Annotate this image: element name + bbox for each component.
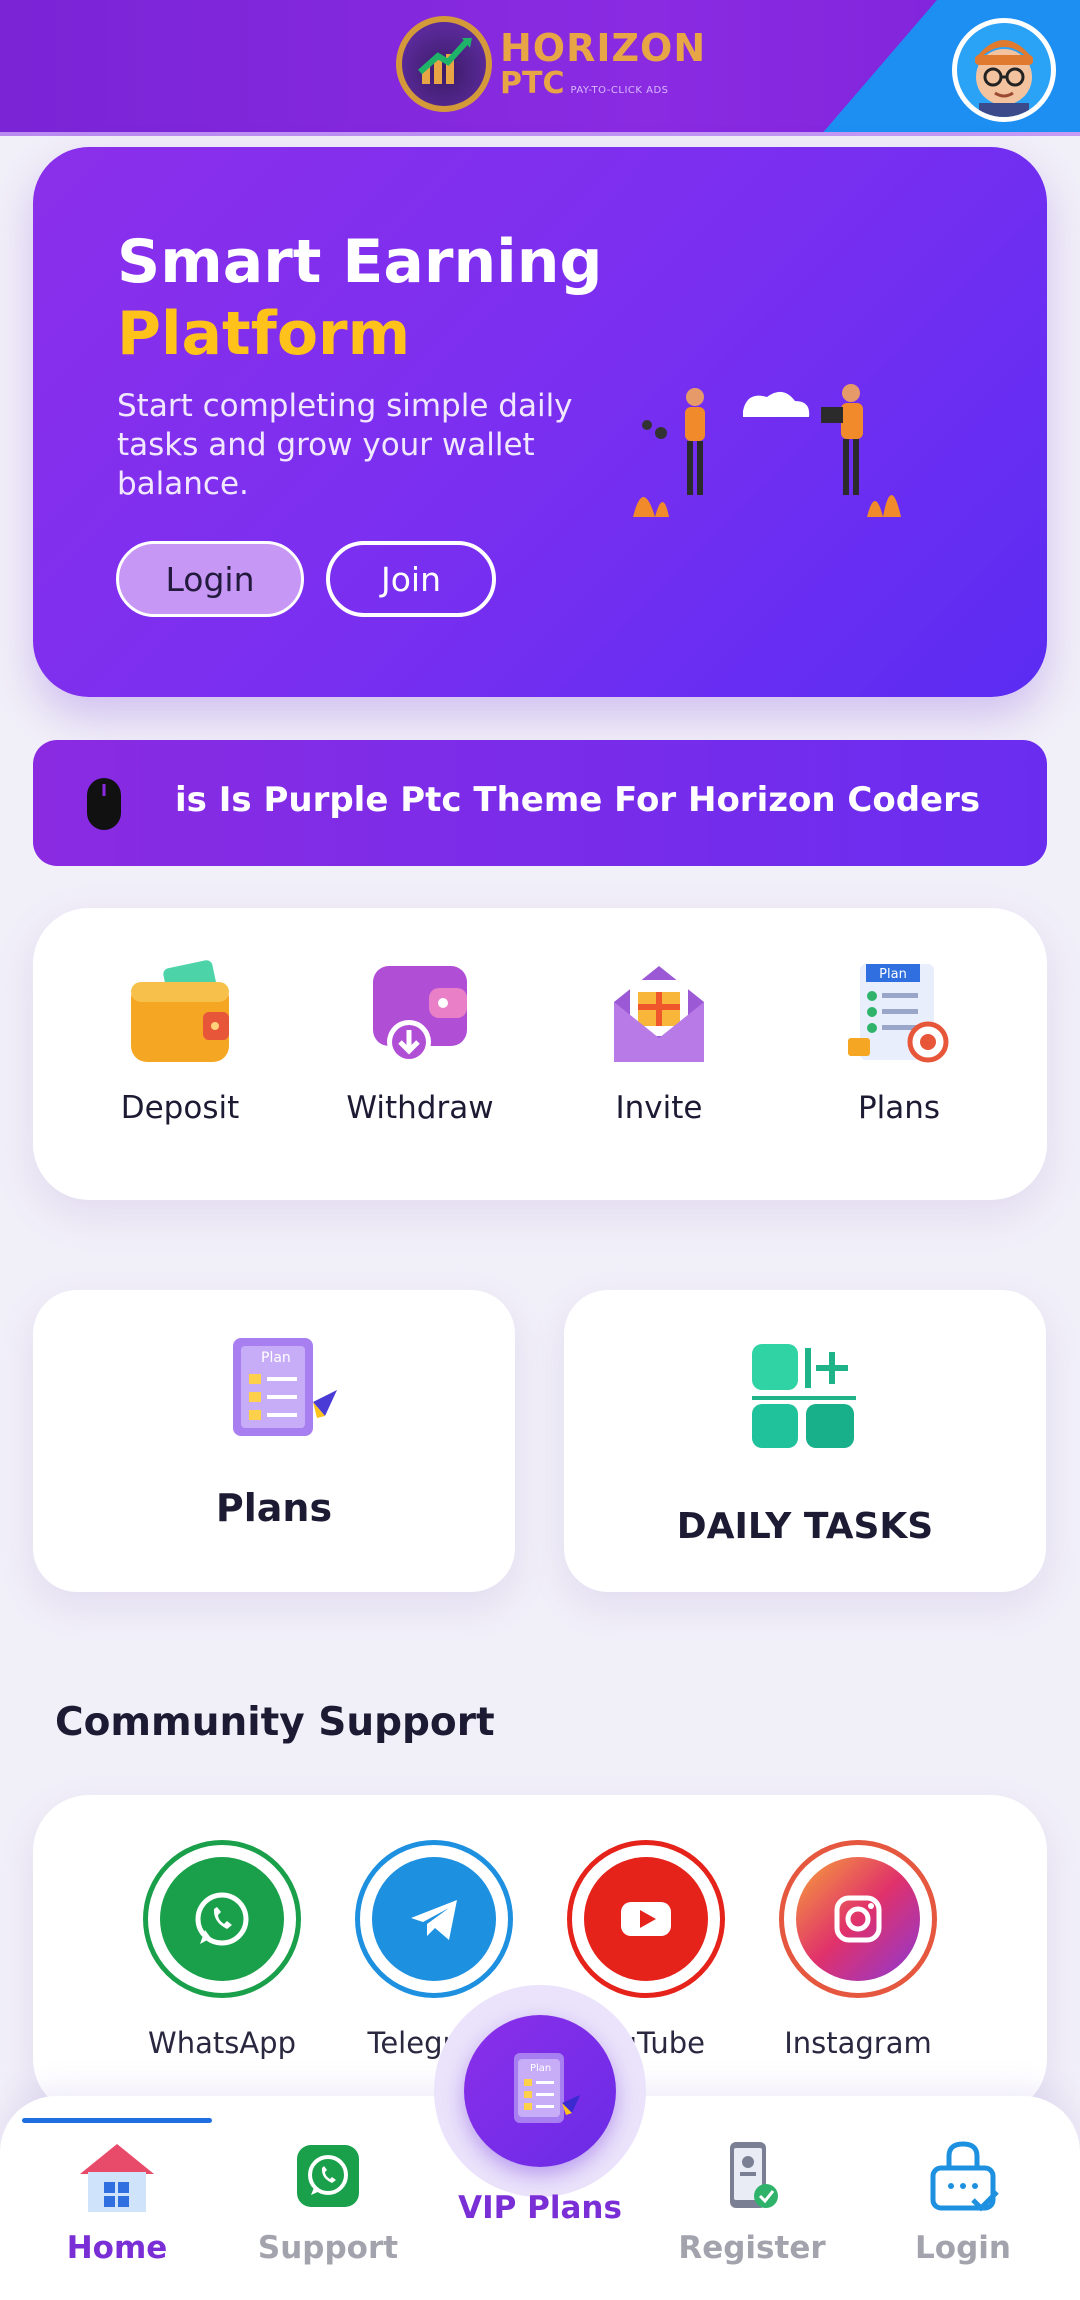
- hero-banner: Smart Earning Platform Start completing …: [33, 147, 1047, 697]
- daily-tasks-card[interactable]: DAILY TASKS: [564, 1290, 1046, 1592]
- nav-register[interactable]: Register: [667, 2136, 837, 2266]
- nav-support[interactable]: Support: [243, 2136, 413, 2266]
- quick-actions-panel: Deposit Withdraw Invite Plan Plans: [33, 908, 1047, 1200]
- instagram-ring: [779, 1840, 937, 1998]
- nav-home[interactable]: Home: [32, 2136, 202, 2266]
- instagram-icon: [796, 1857, 920, 1981]
- lock-icon: [878, 2136, 1048, 2216]
- vip-plans-button[interactable]: Plan: [464, 2015, 616, 2167]
- logo-badge-icon: [396, 16, 492, 112]
- svg-text:Plan: Plan: [530, 2063, 551, 2074]
- tasks-grid-icon: [748, 1340, 860, 1456]
- wallet-icon: [125, 958, 235, 1068]
- whatsapp-support-icon: [243, 2136, 413, 2216]
- whatsapp-icon: [160, 1857, 284, 1981]
- user-avatar[interactable]: [952, 18, 1056, 122]
- announcement-marquee: is Is Purple Ptc Theme For Horizon Coder…: [33, 740, 1047, 866]
- telegram-ring: [355, 1840, 513, 1998]
- nav-login[interactable]: Login: [878, 2136, 1048, 2266]
- quick-action-label: Invite: [615, 1090, 703, 1126]
- withdraw-icon: [365, 958, 475, 1068]
- header-underline: [0, 132, 1080, 136]
- hero-title-highlight: Platform: [117, 299, 411, 369]
- quick-action-deposit[interactable]: Deposit: [80, 958, 280, 1126]
- telegram-icon: [372, 1857, 496, 1981]
- quick-action-label: Deposit: [120, 1090, 240, 1126]
- quick-action-invite[interactable]: Invite: [559, 958, 759, 1126]
- hero-illustration: [633, 367, 933, 531]
- social-whatsapp[interactable]: WhatsApp: [117, 1840, 327, 2060]
- quick-action-label: Withdraw: [346, 1090, 494, 1126]
- svg-text:Plan: Plan: [261, 1350, 291, 1366]
- vip-plan-icon: Plan: [514, 2053, 580, 2123]
- nav-active-indicator: [22, 2118, 212, 2123]
- plans-card-title: Plans: [215, 1486, 333, 1530]
- whatsapp-ring: [143, 1840, 301, 1998]
- logo-subtitle: PTC: [500, 66, 565, 101]
- mouse-icon: [85, 776, 123, 836]
- quick-action-withdraw[interactable]: Withdraw: [320, 958, 520, 1126]
- hero-description: Start completing simple daily tasks and …: [117, 388, 573, 502]
- vip-plans-fab[interactable]: Plan: [434, 1985, 646, 2197]
- logo-tagline: PAY-TO-CLICK ADS: [570, 85, 669, 96]
- social-instagram[interactable]: Instagram: [753, 1840, 963, 2060]
- register-phone-icon: [667, 2136, 837, 2216]
- plans-card[interactable]: Plan Plans: [33, 1290, 515, 1592]
- daily-tasks-card-title: DAILY TASKS: [676, 1506, 934, 1547]
- nav-label: Support: [257, 2230, 399, 2266]
- nav-label: Home: [66, 2230, 168, 2266]
- nav-label: Register: [678, 2230, 826, 2266]
- brand-logo[interactable]: HORIZON PTC PAY-TO-CLICK ADS: [396, 14, 706, 114]
- vip-plans-label: VIP Plans: [458, 2190, 622, 2226]
- svg-text:Plan: Plan: [879, 967, 907, 982]
- logo-title: HORIZON: [500, 26, 707, 70]
- marquee-text: is Is Purple Ptc Theme For Horizon Coder…: [175, 780, 981, 820]
- hero-join-button[interactable]: Join: [326, 541, 496, 617]
- plan-target-icon: Plan: [844, 958, 954, 1068]
- social-label: Instagram: [784, 2026, 932, 2060]
- top-header: HORIZON PTC PAY-TO-CLICK ADS: [0, 0, 1080, 136]
- plan-clipboard-icon: Plan: [213, 1332, 343, 1446]
- quick-action-plans[interactable]: Plan Plans: [799, 958, 999, 1126]
- quick-action-label: Plans: [857, 1090, 941, 1126]
- nav-label: Login: [915, 2230, 1011, 2266]
- community-section-title: Community Support: [55, 1700, 495, 1745]
- hero-login-button[interactable]: Login: [116, 541, 304, 617]
- hero-title: Smart Earning: [117, 227, 603, 297]
- gift-envelope-icon: [604, 958, 714, 1068]
- home-icon: [32, 2136, 202, 2216]
- youtube-ring: [567, 1840, 725, 1998]
- youtube-icon: [584, 1857, 708, 1981]
- social-label: WhatsApp: [148, 2026, 296, 2060]
